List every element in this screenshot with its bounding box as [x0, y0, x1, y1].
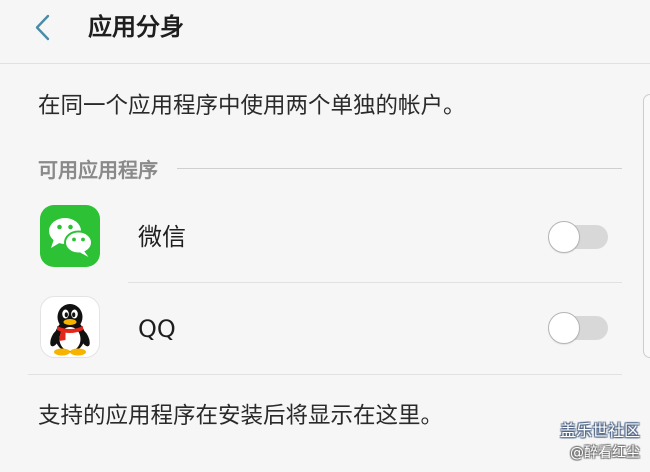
watermark-author: @醉看红尘	[570, 445, 640, 461]
watermark-community: 盖乐世社区	[559, 421, 640, 440]
wechat-icon	[40, 205, 100, 267]
app-label-qq: QQ	[138, 315, 176, 343]
list-bottom-divider	[28, 374, 622, 375]
app-label-wechat: 微信	[138, 223, 186, 251]
section-divider	[177, 168, 622, 169]
toggle-knob	[548, 312, 580, 344]
chevron-left-icon	[35, 14, 50, 41]
section-title-available-apps: 可用应用程序	[38, 158, 158, 182]
app-row-wechat[interactable]: 微信	[28, 192, 622, 282]
app-row-qq[interactable]: QQ	[28, 284, 622, 374]
wechat-clone-toggle[interactable]	[546, 219, 610, 255]
watermark: 盖乐世社区 @醉看红尘	[560, 420, 640, 464]
app-clone-settings-screen: 应用分身 在同一个应用程序中使用两个单独的帐户。 可用应用程序 微信 QQ 支持…	[0, 0, 650, 472]
row-divider	[128, 282, 622, 283]
back-button[interactable]	[30, 12, 58, 42]
toggle-knob	[548, 221, 580, 253]
qq-clone-toggle[interactable]	[546, 310, 610, 346]
edge-panel-handle[interactable]	[643, 94, 650, 358]
supported-apps-note: 支持的应用程序在安装后将显示在这里。	[38, 403, 444, 429]
header-divider	[0, 63, 650, 64]
description-text: 在同一个应用程序中使用两个单独的帐户。	[38, 93, 466, 119]
page-title: 应用分身	[88, 13, 184, 41]
qq-penguin-icon	[40, 296, 100, 358]
